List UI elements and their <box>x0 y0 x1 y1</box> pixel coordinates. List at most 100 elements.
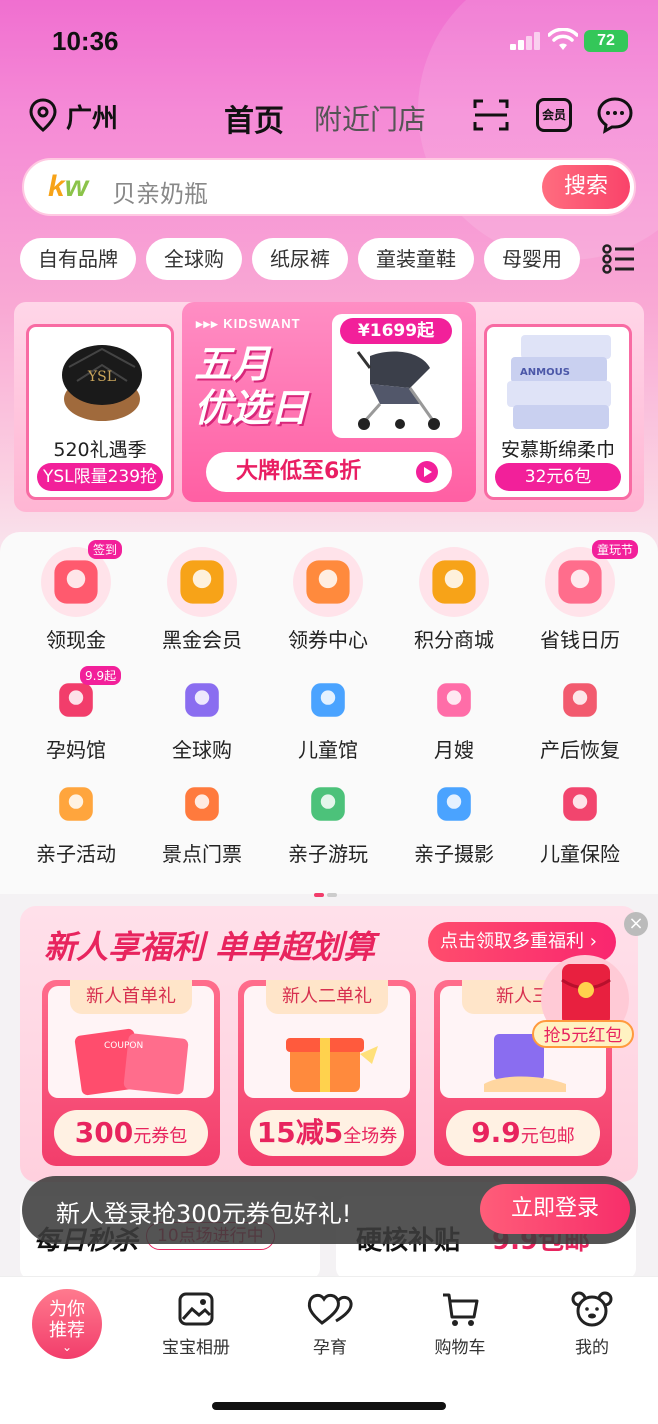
nav-baby-album-label: 宝宝相册 <box>162 1338 230 1358</box>
stroller-price-tag: ¥1699起 <box>340 318 452 344</box>
nanny-icon <box>426 672 482 728</box>
postpartum-yoga-icon <box>552 672 608 728</box>
nav-recommend-line2: 推荐 <box>49 1320 85 1341</box>
gift-card-first-order[interactable]: COUPON 新人首单礼 300元券包 <box>42 980 220 1166</box>
login-toast: 新人登录抢300元券包好礼! 立即登录 <box>22 1176 636 1244</box>
grid-item-label: 孕妈馆 <box>46 738 106 762</box>
grid-badge: 9.9起 <box>80 666 122 685</box>
calendar-icon: 童玩节 <box>544 540 639 618</box>
grid-item-label: 景点门票 <box>162 842 242 866</box>
grid-item-10[interactable]: 产后恢复 <box>520 672 640 763</box>
quick-category-maternal[interactable]: 母婴用 <box>484 238 580 280</box>
location-city[interactable]: 广州 <box>66 98 118 135</box>
nav-mine[interactable]: 我的 <box>542 1291 642 1358</box>
member-card-icon[interactable]: 会员 <box>536 98 572 132</box>
kidswant-brand-label: ▸▸▸ KIDSWANT <box>196 316 301 331</box>
banner-anmous-card[interactable]: ANMOUS 安慕斯绵柔巾 32元6包 <box>484 324 632 500</box>
grid-item-label: 亲子游玩 <box>288 842 368 866</box>
bear-profile-icon <box>571 1291 613 1327</box>
double-heart-icon <box>307 1293 353 1325</box>
message-bubble-icon[interactable] <box>596 96 634 134</box>
status-time: 10:36 <box>52 26 119 56</box>
gift-card-second-order[interactable]: 新人二单礼 15减5全场券 <box>238 980 416 1166</box>
big-brand-discount-button[interactable]: 大牌低至6折 <box>206 452 452 492</box>
vip-crown-icon <box>166 546 238 618</box>
tab-home[interactable]: 首页 <box>224 96 284 140</box>
quick-category-own-brand[interactable]: 自有品牌 <box>20 238 136 280</box>
cellular-signal-icon <box>510 30 542 50</box>
grid-item-13[interactable]: 亲子游玩 <box>268 776 388 867</box>
grid-item-15[interactable]: 儿童保险 <box>520 776 640 867</box>
search-button[interactable]: 搜索 <box>542 165 630 209</box>
new-user-title: 新人享福利 单单超划算 <box>44 928 376 966</box>
grid-item-6[interactable]: 9.9起孕妈馆 <box>16 666 136 763</box>
category-list-icon[interactable] <box>602 244 636 274</box>
nav-cart-label: 购物车 <box>434 1338 486 1358</box>
grid-item-label: 全球购 <box>172 738 232 762</box>
grid-item-8[interactable]: 儿童馆 <box>268 672 388 763</box>
grid-item-label: 领现金 <box>46 628 106 652</box>
grid-item-2[interactable]: 黑金会员 <box>142 546 262 653</box>
quick-category-kids-wear[interactable]: 童装童鞋 <box>358 238 474 280</box>
nav-cart[interactable]: 购物车 <box>410 1291 510 1358</box>
grid-item-label: 积分商城 <box>414 628 494 652</box>
grid-item-label: 月嫂 <box>434 738 474 762</box>
nav-recommend-line1: 为你 <box>49 1299 85 1320</box>
nav-pregnancy-label: 孕育 <box>313 1338 347 1358</box>
banner-ysl-tag: YSL限量239抢 <box>37 463 163 491</box>
grid-item-4[interactable]: 积分商城 <box>394 546 514 653</box>
home-indicator <box>212 1402 446 1410</box>
login-now-button[interactable]: 立即登录 <box>480 1184 630 1234</box>
grid-item-1[interactable]: 签到领现金 <box>16 540 136 653</box>
gift-box-art <box>286 1038 378 1092</box>
nav-baby-album[interactable]: 宝宝相册 <box>146 1291 246 1358</box>
close-new-user-icon[interactable]: × <box>624 912 648 936</box>
quick-category-row: 自有品牌 全球购 纸尿裤 童装童鞋 母婴用 <box>20 238 600 282</box>
top-header: 广州 首页 附近门店 会员 <box>0 92 658 142</box>
chevron-down-icon: ⌄ <box>61 1340 73 1354</box>
grid-item-5[interactable]: 童玩节 省钱日历 <box>520 540 640 653</box>
svg-text:COUPON: COUPON <box>104 1041 143 1051</box>
grid-item-label: 黑金会员 <box>162 628 242 652</box>
svg-text:YSL: YSL <box>87 369 116 385</box>
photo-album-icon <box>178 1292 214 1326</box>
scan-icon[interactable] <box>472 96 510 134</box>
grid-item-11[interactable]: 亲子活动 <box>16 776 136 867</box>
banner-may-select-card[interactable]: ▸▸▸ KIDSWANT 五月 优选日 ¥1699起 大牌低至6折 <box>182 302 476 502</box>
gift-value: 9.9元包邮 <box>446 1110 600 1156</box>
grid-item-7[interactable]: 全球购 <box>142 672 262 763</box>
global-plane-icon <box>174 672 230 728</box>
grid-item-9[interactable]: 月嫂 <box>394 672 514 763</box>
family-activity-icon <box>48 776 104 832</box>
banner-anmous-title: 安慕斯绵柔巾 <box>500 439 615 461</box>
grid-item-14[interactable]: 亲子摄影 <box>394 776 514 867</box>
search-placeholder[interactable]: 贝亲奶瓶 <box>112 174 208 209</box>
nav-mine-label: 我的 <box>575 1338 609 1358</box>
quick-category-global[interactable]: 全球购 <box>146 238 242 280</box>
grid-item-12[interactable]: 景点门票 <box>142 776 262 867</box>
gift-head: 新人首单礼 <box>70 980 192 1014</box>
grid-item-label: 儿童保险 <box>540 842 620 866</box>
banner-ysl-card[interactable]: YSL 520礼遇季 YSL限量239抢 <box>26 324 174 500</box>
scenic-ticket-icon <box>174 776 230 832</box>
gift-head: 新人二单礼 <box>266 980 388 1014</box>
nav-pregnancy[interactable]: 孕育 <box>280 1291 380 1358</box>
red-packet-label[interactable]: 抢5元红包 <box>532 1020 634 1048</box>
nav-recommend-button[interactable]: 为你 推荐 ⌄ <box>32 1289 102 1359</box>
location-pin-icon[interactable] <box>28 98 58 132</box>
grid-item-label: 领券中心 <box>288 628 368 652</box>
wet-wipes-image: ANMOUS <box>507 335 611 429</box>
banner-ysl-title: 520礼遇季 <box>53 439 147 461</box>
svg-text:ANMOUS: ANMOUS <box>520 367 570 378</box>
red-envelope-icon: 签到 <box>40 540 123 618</box>
grid-item-3[interactable]: 领券中心 <box>268 546 388 653</box>
insurance-icon <box>552 776 608 832</box>
search-bar[interactable]: kw 贝亲奶瓶 搜索 <box>22 158 636 216</box>
tab-nearby-stores[interactable]: 附近门店 <box>314 98 426 138</box>
grid-item-label: 亲子摄影 <box>414 842 494 866</box>
wifi-icon <box>548 28 578 50</box>
banner-anmous-tag: 32元6包 <box>495 463 621 491</box>
shopping-cart-icon <box>443 1293 479 1326</box>
quick-category-diapers[interactable]: 纸尿裤 <box>252 238 348 280</box>
coupon-art: COUPON <box>74 1028 189 1096</box>
